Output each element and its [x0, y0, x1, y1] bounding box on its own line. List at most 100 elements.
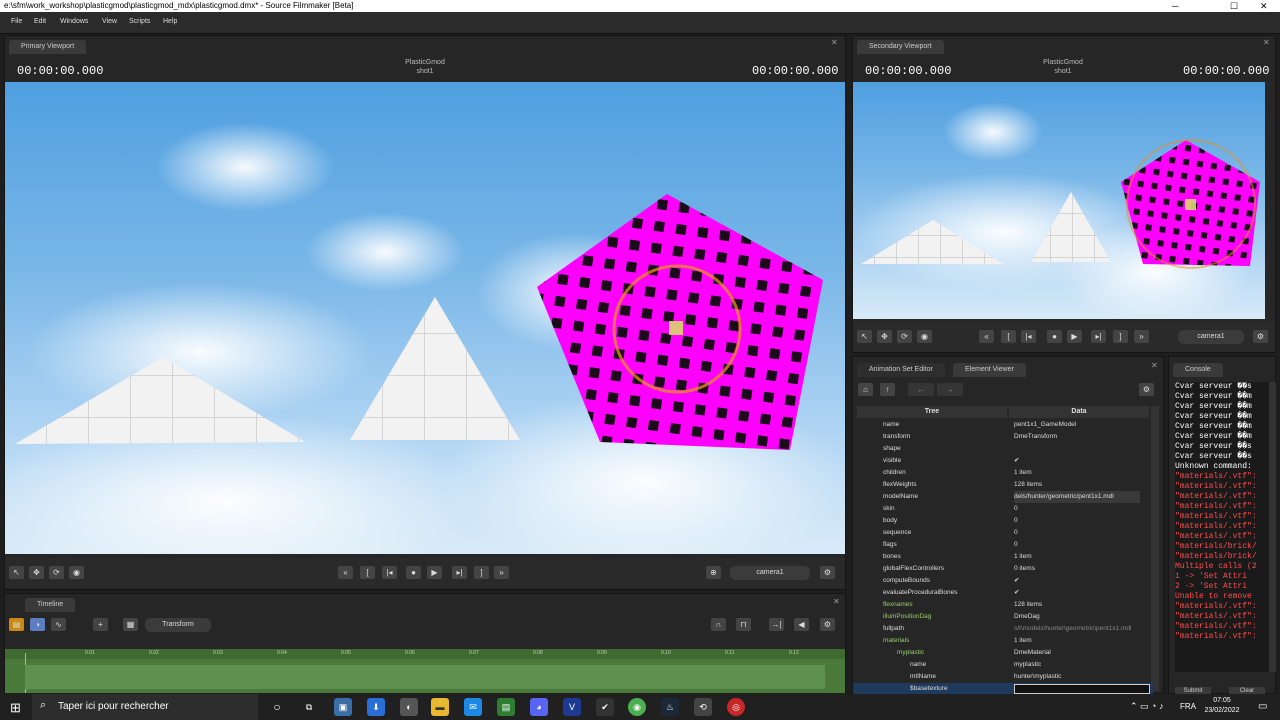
tree-row[interactable]: fullpath s/t\models\hunter\geometric\pent… [853, 623, 1153, 635]
plate-triangle[interactable] [350, 297, 520, 440]
shot-clip[interactable] [25, 665, 825, 689]
tab-timeline[interactable]: Timeline [25, 598, 76, 612]
plate-left[interactable] [15, 357, 305, 444]
tree-row[interactable]: evaluateProceduralBones ✔ [853, 587, 1153, 599]
select-tool-icon[interactable]: ↖ [9, 566, 24, 579]
close-icon[interactable]: ✕ [833, 597, 840, 606]
timeline-track[interactable]: 0.01 0.02 0.03 0.04 0.05 0.06 0.07 0.08 … [5, 649, 845, 693]
forward-icon[interactable]: → [937, 383, 963, 396]
tree-row[interactable]: flexWeights 128 items [853, 479, 1153, 491]
rotate-tool-icon[interactable]: ⟳ [897, 330, 912, 343]
rewind-button[interactable]: « [338, 566, 353, 579]
tree-row[interactable]: body 0 [853, 515, 1153, 527]
gear-icon[interactable]: ⚙ [1139, 383, 1154, 396]
tree-row[interactable]: bones 1 item [853, 551, 1153, 563]
add-key-icon[interactable]: + [93, 618, 108, 631]
file-explorer-icon[interactable]: ▬ [431, 698, 449, 716]
close-icon[interactable]: ✕ [831, 38, 838, 47]
tree-row[interactable]: globalFlexControllers 0 items [853, 563, 1153, 575]
column-data[interactable]: Data [1009, 406, 1149, 418]
record-button[interactable]: ● [1047, 330, 1062, 343]
tab-element-viewer[interactable]: Element Viewer [953, 363, 1026, 377]
tree-row[interactable]: children 1 item [853, 467, 1153, 479]
pivot-tool-icon[interactable]: ◉ [917, 330, 932, 343]
home-icon[interactable]: ⌂ [858, 383, 873, 396]
tree-row[interactable]: mtlName hunter\myplastic [853, 671, 1153, 683]
gear-icon[interactable]: ⚙ [820, 566, 835, 579]
discord-icon[interactable]: ◕ [530, 698, 548, 716]
transform-dropdown[interactable]: Transform [145, 618, 211, 632]
tree-row[interactable]: name myplastic [853, 659, 1153, 671]
tree-row[interactable]: flags 0 [853, 539, 1153, 551]
app-icon[interactable]: ⬇ [367, 698, 385, 716]
app-icon[interactable]: ▣ [334, 698, 352, 716]
tab-animation-set-editor[interactable]: Animation Set Editor [857, 363, 945, 377]
basetexture-input[interactable] [1014, 684, 1150, 694]
chrome-icon[interactable]: ◉ [628, 698, 646, 716]
clock[interactable]: 07:05 23/02/2022 [1200, 696, 1244, 716]
menu-edit[interactable]: Edit [34, 18, 46, 25]
mail-icon[interactable]: ✉ [464, 698, 482, 716]
menu-file[interactable]: File [11, 18, 22, 25]
gear-icon[interactable]: ⚙ [1253, 330, 1268, 343]
tree-row[interactable]: visible ✔ [853, 455, 1153, 467]
camera-settings-icon[interactable]: ⊕ [706, 566, 721, 579]
tree-row[interactable]: modelName dels/hunter/geometric/pent1x1.m… [853, 491, 1153, 503]
steam-icon[interactable]: ♨ [661, 698, 679, 716]
console-output[interactable]: Cvar serveur ��s Cvar serveur ��m Cvar ser… [1175, 382, 1269, 672]
next-marker-button[interactable]: ] [1113, 330, 1128, 343]
column-tree[interactable]: Tree [857, 406, 1007, 418]
tree-row[interactable]: myplastic DmeMaterial [853, 647, 1153, 659]
play-button[interactable]: ▶ [1067, 330, 1082, 343]
pivot-handle[interactable] [1185, 199, 1196, 210]
tree-row[interactable]: transform DmeTransform [853, 431, 1153, 443]
close-window-button[interactable]: ✕ [1260, 0, 1268, 12]
select-tool-icon[interactable]: ↖ [857, 330, 872, 343]
clip-editor-icon[interactable]: ◑ [30, 618, 45, 631]
prev-frame-button[interactable]: |◂ [382, 566, 397, 579]
sfm-icon[interactable]: ◎ [727, 698, 745, 716]
pivot-handle[interactable] [669, 321, 683, 335]
menu-scripts[interactable]: Scripts [129, 18, 150, 25]
camera-dropdown[interactable]: camera1 [1178, 330, 1244, 344]
prev-frame-button[interactable]: |◂ [1021, 330, 1036, 343]
tree-row[interactable]: illumPositionDag DmeDag [853, 611, 1153, 623]
move-tool-icon[interactable]: ✥ [877, 330, 892, 343]
next-marker-button[interactable]: ] [474, 566, 489, 579]
windows-start-icon[interactable]: ⊞ [10, 700, 21, 716]
maximize-button[interactable]: ☐ [1230, 0, 1238, 12]
back-icon[interactable]: ← [908, 383, 934, 396]
app-icon[interactable]: ▤ [497, 698, 515, 716]
next-frame-button[interactable]: ▸| [1091, 330, 1106, 343]
tree-row[interactable]: computeBounds ✔ [853, 575, 1153, 587]
next-frame-button[interactable]: ▸| [452, 566, 467, 579]
camera-dropdown[interactable]: camera1 [730, 566, 810, 580]
app-icon[interactable]: V [563, 698, 581, 716]
app-icon[interactable]: ✔ [596, 698, 614, 716]
app-icon[interactable]: ⟲ [694, 698, 712, 716]
secondary-viewport-render[interactable] [853, 82, 1265, 319]
close-icon[interactable]: ✕ [1151, 361, 1158, 370]
menu-view[interactable]: View [102, 18, 117, 25]
record-button[interactable]: ● [406, 566, 421, 579]
volume-icon[interactable]: ◀ [794, 618, 809, 631]
pivot-tool-icon[interactable]: ◉ [69, 566, 84, 579]
tab-primary-viewport[interactable]: Primary Viewport [9, 40, 87, 54]
tree-row[interactable]: flexnames 128 items [853, 599, 1153, 611]
magnet-icon[interactable]: ∩ [711, 618, 726, 631]
move-tool-icon[interactable]: ✥ [29, 566, 44, 579]
prev-marker-button[interactable]: [ [360, 566, 375, 579]
search-box[interactable]: ⌕ Taper ici pour rechercher [32, 694, 258, 720]
primary-viewport-render[interactable] [5, 82, 845, 554]
tray-icons[interactable]: ⌃ ▭ ◔ ♪ [1130, 701, 1163, 712]
tree-row[interactable]: sequence 0 [853, 527, 1153, 539]
gear-icon[interactable]: ⚙ [820, 618, 835, 631]
minimize-button[interactable]: ─ [1172, 0, 1178, 12]
rotate-tool-icon[interactable]: ⟳ [49, 566, 64, 579]
prev-marker-button[interactable]: [ [1001, 330, 1016, 343]
app-icon[interactable]: ◐ [400, 698, 418, 716]
fast-forward-button[interactable]: » [1134, 330, 1149, 343]
plate-triangle[interactable] [1031, 192, 1111, 262]
tree-row[interactable]: name pent1x1_GameModel [853, 419, 1153, 431]
language-indicator[interactable]: FRA [1180, 702, 1196, 711]
